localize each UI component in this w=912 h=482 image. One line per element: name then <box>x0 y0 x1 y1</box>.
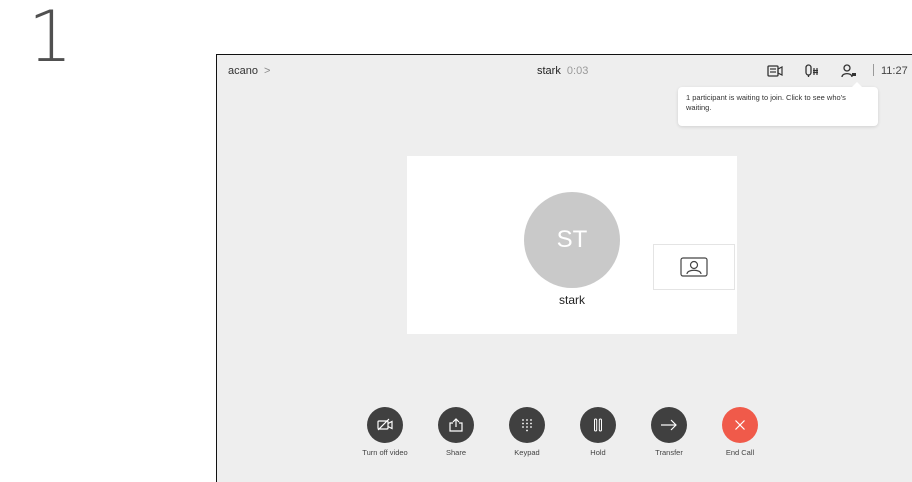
hold-label: Hold <box>590 448 606 457</box>
screen-share-icon[interactable] <box>767 64 783 78</box>
avatar: ST <box>524 192 620 288</box>
share-icon <box>449 418 463 432</box>
participant-name: stark <box>558 293 585 307</box>
person-frame-icon <box>680 257 708 277</box>
share-button[interactable]: Share <box>426 407 486 457</box>
end-call-label: End Call <box>725 448 755 457</box>
call-controls: Turn off video Share Keypad Hold Transfe… <box>217 407 912 477</box>
keypad-icon <box>522 419 532 432</box>
step-number: 1 <box>28 0 73 78</box>
tooltip-caret <box>852 82 862 87</box>
button-circle <box>580 407 616 443</box>
call-timer: 0:03 <box>566 65 589 77</box>
call-name: stark <box>537 65 561 77</box>
button-circle <box>651 407 687 443</box>
turn-off-video-label: Turn off video <box>362 448 408 457</box>
touch-panel-screen: acano > stark 0:03 11:27 1 participant i… <box>216 54 912 482</box>
turn-off-video-button[interactable]: Turn off video <box>355 407 415 457</box>
clock: 11:27 <box>881 65 908 77</box>
button-circle <box>509 407 545 443</box>
transfer-label: Transfer <box>655 448 683 457</box>
participants-icon[interactable] <box>841 64 857 78</box>
button-circle <box>367 407 403 443</box>
self-view[interactable] <box>653 244 735 290</box>
pause-icon <box>594 418 603 432</box>
keypad-button[interactable]: Keypad <box>497 407 557 457</box>
chevron-right-icon: > <box>264 65 271 77</box>
brand-menu[interactable]: acano > <box>228 65 270 77</box>
brand-label: acano <box>228 65 258 77</box>
camera-off-icon <box>377 418 393 431</box>
share-label: Share <box>445 448 466 457</box>
microphone-icon[interactable] <box>804 64 820 78</box>
button-circle <box>438 407 474 443</box>
top-bar: acano > stark 0:03 11:27 <box>217 55 912 85</box>
transfer-button[interactable]: Transfer <box>639 407 699 457</box>
waiting-participants-tooltip[interactable]: 1 participant is waiting to join. Click … <box>678 82 878 126</box>
tooltip-text: 1 participant is waiting to join. Click … <box>686 93 846 112</box>
separator <box>873 64 874 76</box>
main-video-panel: ST stark <box>407 156 737 334</box>
arrow-right-icon <box>661 419 677 431</box>
close-icon <box>735 420 745 430</box>
hold-button[interactable]: Hold <box>568 407 628 457</box>
end-call-button[interactable]: End Call <box>710 407 770 457</box>
keypad-label: Keypad <box>514 448 540 457</box>
button-circle <box>722 407 758 443</box>
call-title: stark 0:03 <box>537 65 588 77</box>
